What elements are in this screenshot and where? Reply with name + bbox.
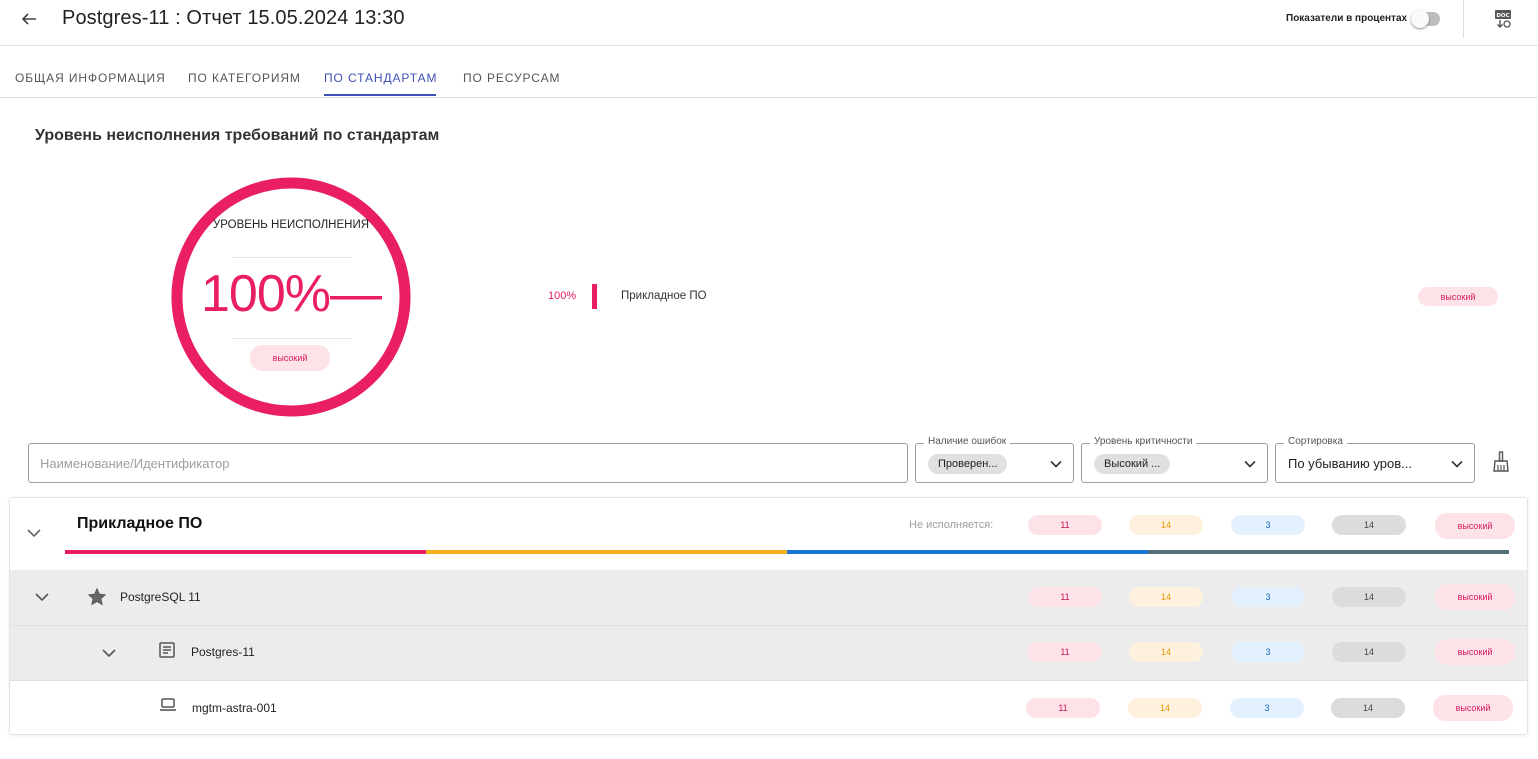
gauge-divider-bottom [232,338,352,339]
header-divider [1463,0,1464,38]
document-icon [159,642,175,658]
tab-bar: ОБЩАЯ ИНФОРМАЦИЯ ПО КАТЕГОРИЯМ ПО СТАНДА… [0,46,1538,98]
active-tab-indicator [324,94,436,96]
search-input[interactable] [29,444,907,482]
sort-label: Сортировка [1284,436,1347,447]
count-info: 14 [1332,515,1406,535]
app-header: Postgres-11 : Отчет 15.05.2024 13:30 Пок… [0,0,1538,46]
risk-badge: высокий [1435,513,1515,539]
tab-by-standards[interactable]: ПО СТАНДАРТАМ [324,71,437,85]
stripe-medium [426,550,787,554]
tab-general-info[interactable]: ОБЩАЯ ИНФОРМАЦИЯ [15,71,166,85]
table-row[interactable]: Postgres-11 11 14 3 14 высокий [10,625,1527,680]
risk-badge: высокий [1435,639,1515,665]
not-done-label: Не исполняется: [909,519,994,531]
clear-filters-button[interactable] [1490,450,1512,474]
group-title: Прикладное ПО [77,515,203,532]
item-name: PostgreSQL 11 [120,590,201,604]
gauge-label: УРОВЕНЬ НЕИСПОЛНЕНИЯ [212,219,370,231]
stripe-info [1148,550,1509,554]
tab-by-categories[interactable]: ПО КАТЕГОРИЯМ [188,71,301,85]
count-medium: 14 [1129,642,1203,662]
gauge-value: 100%— [201,265,382,323]
count-medium: 14 [1129,587,1203,607]
percent-toggle[interactable] [1411,10,1440,28]
count-medium: 14 [1128,698,1202,718]
legend-risk-badge: высокий [1418,287,1498,306]
errors-filter-chip: Проверен... [928,454,1008,474]
page-title: Postgres-11 : Отчет 15.05.2024 13:30 [62,7,405,29]
risk-badge: высокий [1435,584,1515,610]
percent-toggle-label: Показатели в процентах [1286,13,1408,24]
count-info: 14 [1331,698,1405,718]
table-row-group: Прикладное ПО Не исполняется: 11 14 3 14… [10,498,1527,570]
chevron-down-icon [1451,460,1463,468]
chevron-down-icon [1050,460,1062,468]
count-critical: 11 [1028,515,1102,535]
item-name: mgtm-astra-001 [192,701,277,715]
section-title: Уровень неисполнения требований по станд… [35,127,440,144]
count-medium: 14 [1129,515,1203,535]
gauge-risk-badge: высокий [250,345,330,371]
item-name: Postgres-11 [191,645,255,659]
legend-percent: 100% [548,290,577,302]
chevron-down-icon[interactable] [24,523,44,543]
table-row[interactable]: mgtm-astra-001 11 14 3 14 высокий [10,680,1527,734]
count-critical: 11 [1028,642,1102,662]
chevron-down-icon[interactable] [99,643,119,663]
legend-color-bar [592,284,597,309]
count-low: 3 [1231,642,1305,662]
toggle-knob [1411,10,1429,28]
laptop-icon [160,698,176,711]
legend-name: Прикладное ПО [621,290,707,302]
sort-value: По убыванию уров... [1288,456,1412,471]
back-button[interactable] [16,8,42,30]
count-critical: 11 [1028,587,1102,607]
table-row[interactable]: PostgreSQL 11 11 14 3 14 высокий [10,570,1527,625]
tab-by-resources[interactable]: ПО РЕСУРСАМ [463,71,560,85]
search-field [28,443,908,483]
criticality-filter-select[interactable]: Уровень критичности Высокий ... [1081,436,1268,483]
count-low: 3 [1231,515,1305,535]
count-low: 3 [1231,587,1305,607]
star-icon [87,587,107,606]
non-compliance-gauge: УРОВЕНЬ НЕИСПОЛНЕНИЯ 100%— высокий [166,172,416,422]
errors-filter-label: Наличие ошибок [924,436,1011,447]
criticality-filter-label: Уровень критичности [1090,436,1197,447]
gauge-divider-top [232,257,352,258]
count-critical: 11 [1026,698,1100,718]
errors-filter-select[interactable]: Наличие ошибок Проверен... [915,436,1074,483]
count-low: 3 [1230,698,1304,718]
doc-download-icon: DOC [1495,10,1511,28]
chevron-down-icon[interactable] [32,587,52,607]
doc-export-button[interactable]: DOC [1492,8,1516,30]
sort-select[interactable]: Сортировка По убыванию уров... [1275,436,1475,483]
stripe-low [787,550,1148,554]
count-info: 14 [1332,642,1406,662]
arrow-left-icon [21,13,36,25]
stripe-critical [65,550,426,554]
svg-text:DOC: DOC [1496,13,1509,19]
broom-icon [1493,451,1509,472]
chevron-down-icon [1244,460,1256,468]
risk-badge: высокий [1433,695,1513,721]
standards-table: Прикладное ПО Не исполняется: 11 14 3 14… [9,497,1528,735]
count-info: 14 [1332,587,1406,607]
criticality-filter-chip: Высокий ... [1094,454,1171,474]
